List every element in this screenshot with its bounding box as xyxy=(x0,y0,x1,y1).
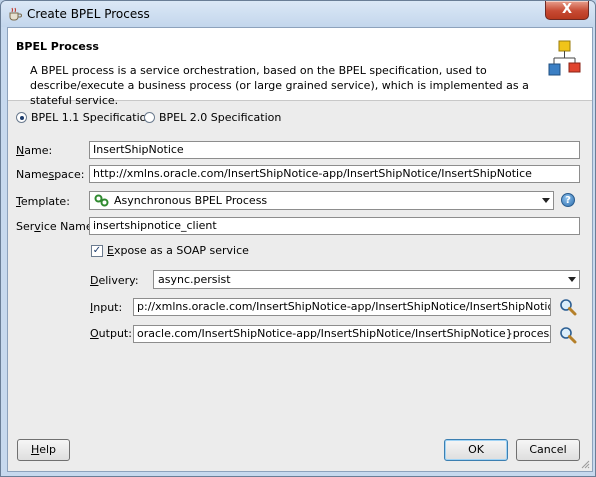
help-button[interactable]: Help xyxy=(17,439,70,461)
service-name-label: Service Name: xyxy=(16,220,97,233)
chevron-down-icon[interactable] xyxy=(568,277,576,282)
title-bar[interactable]: Create BPEL Process X xyxy=(1,1,595,27)
bpel-process-graphic-icon xyxy=(548,40,581,76)
close-button[interactable]: X xyxy=(545,1,589,20)
window-title: Create BPEL Process xyxy=(27,7,150,21)
template-select-value: Asynchronous BPEL Process xyxy=(114,194,268,207)
radio-bpel-2-0-label: BPEL 2.0 Specification xyxy=(159,111,282,124)
delivery-select-value: async.persist xyxy=(158,273,231,286)
delivery-select[interactable]: async.persist xyxy=(153,270,580,289)
output-label: Output: xyxy=(90,327,132,340)
header-panel: BPEL Process A BPEL process is a service… xyxy=(8,28,592,107)
ok-button[interactable]: OK xyxy=(444,439,508,461)
magnifier-icon[interactable] xyxy=(559,298,577,316)
service-name-field[interactable]: insertshipnotice_client xyxy=(89,217,580,235)
radio-bpel-1-1-label: BPEL 1.1 Specification xyxy=(31,111,154,124)
input-field[interactable]: p://xmlns.oracle.com/InsertShipNotice-ap… xyxy=(133,298,551,316)
dialog-content: BPEL Process A BPEL process is a service… xyxy=(7,27,593,472)
radio-bpel-1-1[interactable]: BPEL 1.1 Specification xyxy=(16,111,153,124)
resize-grip-icon[interactable] xyxy=(580,459,590,469)
radio-bpel-2-0-indicator[interactable] xyxy=(144,112,155,123)
expose-soap-label: Expose as a SOAP service xyxy=(107,244,249,257)
radio-bpel-2-0[interactable]: BPEL 2.0 Specification xyxy=(144,111,281,124)
template-label: Template: xyxy=(16,195,70,208)
coffee-cup-icon xyxy=(9,7,22,21)
input-label: Input: xyxy=(90,301,123,314)
gears-icon xyxy=(94,194,109,207)
chevron-down-icon[interactable] xyxy=(542,198,550,203)
help-icon[interactable]: ? xyxy=(561,193,575,207)
namespace-field[interactable]: http://xmlns.oracle.com/InsertShipNotice… xyxy=(89,165,580,183)
header-description: A BPEL process is a service orchestratio… xyxy=(30,64,529,107)
expose-soap-checkbox[interactable]: ✓ xyxy=(91,245,103,257)
name-label: Name: xyxy=(16,144,53,157)
name-field[interactable]: InsertShipNotice xyxy=(89,141,580,159)
header-title: BPEL Process xyxy=(16,40,99,53)
magnifier-icon[interactable] xyxy=(559,326,577,344)
dialog-window: Create BPEL Process X BPEL Process A BPE… xyxy=(0,0,596,477)
delivery-label: Delivery: xyxy=(90,274,139,287)
namespace-label: Namespace: xyxy=(16,168,85,181)
cancel-button[interactable]: Cancel xyxy=(516,439,580,461)
radio-bpel-1-1-indicator[interactable] xyxy=(16,112,27,123)
output-field[interactable]: oracle.com/InsertShipNotice-app/InsertSh… xyxy=(133,325,551,343)
template-select[interactable]: Asynchronous BPEL Process xyxy=(89,191,554,210)
